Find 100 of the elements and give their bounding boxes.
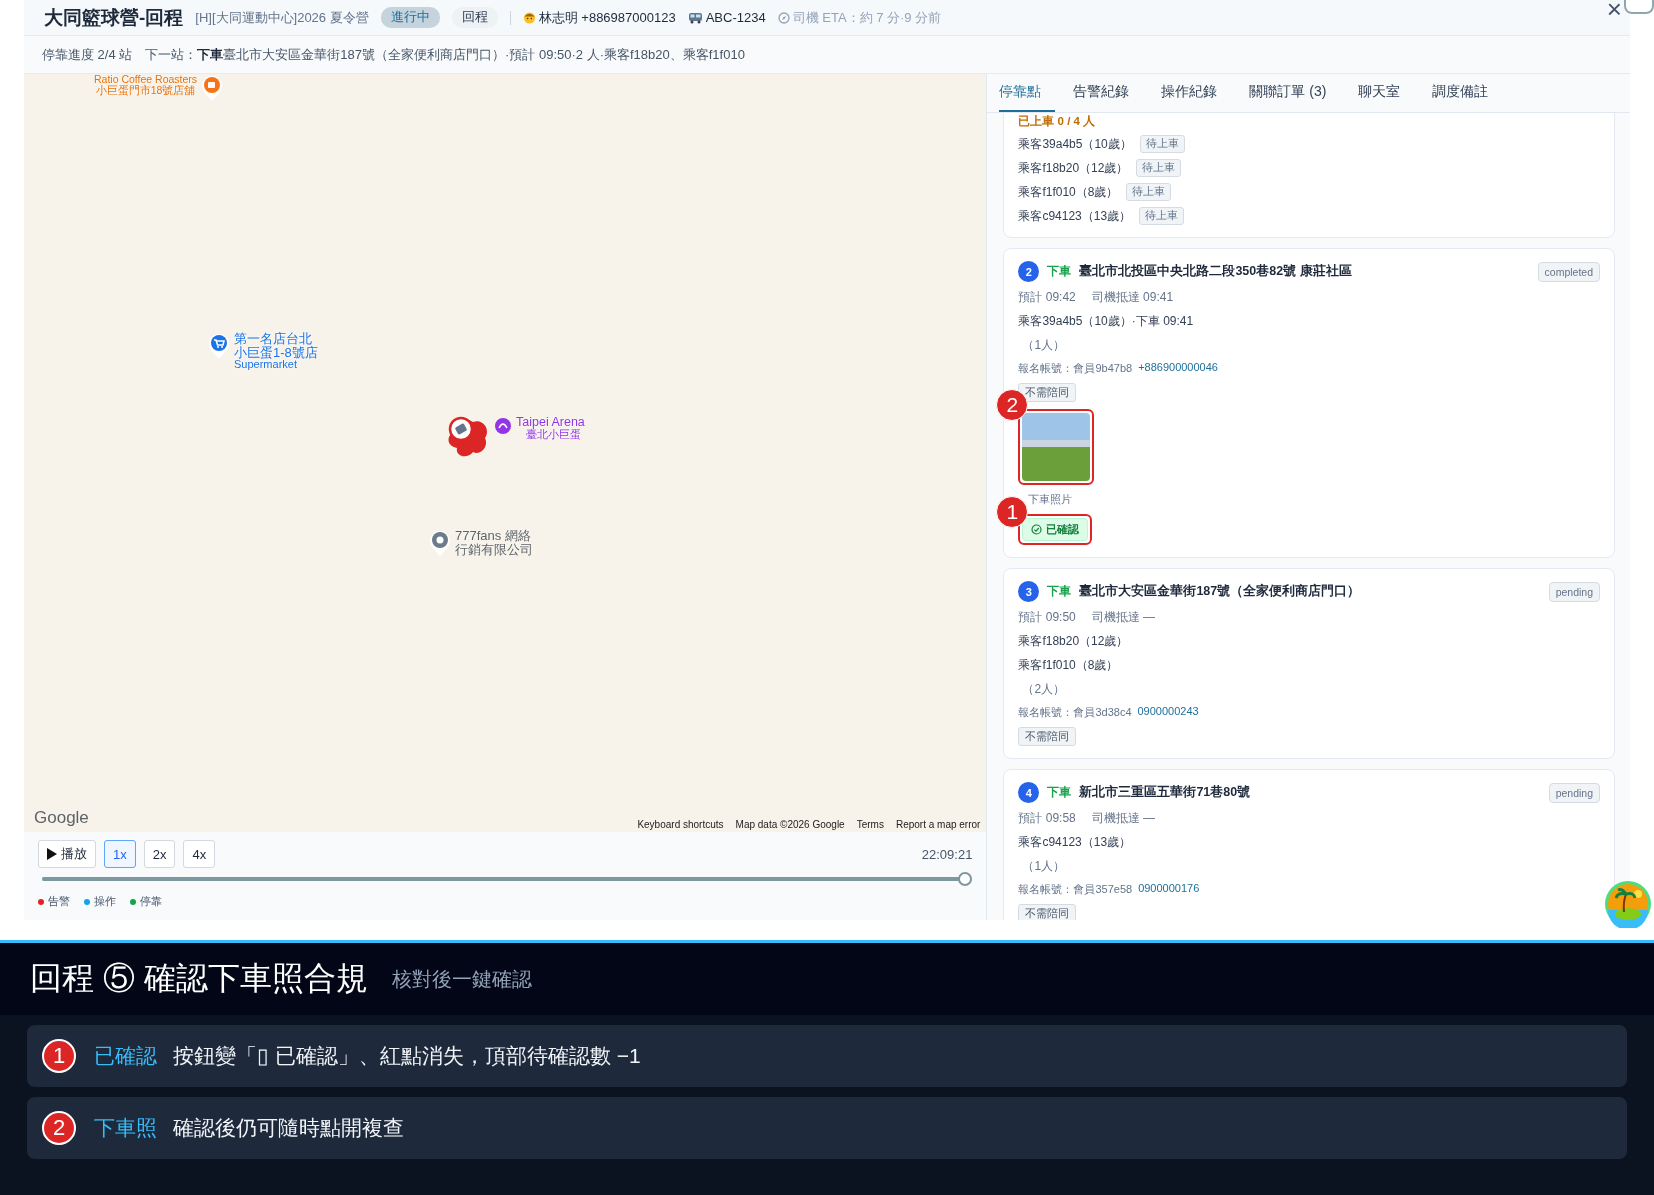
poi-label: 小巨蛋1-8號店 [234, 345, 318, 360]
planned-time: 預計 09:58 [1018, 810, 1076, 827]
guide-subtitle: 核對後一鍵確認 [391, 966, 532, 992]
passenger-name: 乘客c94123（13歲） [1018, 207, 1132, 225]
map-footer-link[interactable]: Keyboard shortcuts [637, 819, 724, 830]
map-footer-link[interactable]: Report a map error [895, 819, 981, 830]
poi-category: Supermarket [234, 359, 297, 371]
poi-label: 小巨蛋門市18號店舖 [94, 85, 197, 97]
legend-label: 告警 [48, 894, 70, 909]
speed-button[interactable]: 2x [143, 840, 176, 868]
face-icon [522, 11, 536, 24]
trip-title: 大同籃球營-回程 [44, 5, 184, 30]
arrival-time: 司機抵達 09:41 [1091, 289, 1174, 306]
playback-time: 22:09:21 [921, 846, 973, 862]
compass-icon [777, 11, 790, 24]
stop-number: 4 [1018, 782, 1040, 803]
poi-label: 777fans 網絡 [455, 529, 532, 543]
play-icon [47, 848, 57, 860]
status-badge: 進行中 [380, 7, 440, 28]
stop-number: 2 [1018, 261, 1040, 282]
passenger-name: 乘客f18b20（12歲） [1018, 633, 1130, 650]
close-button[interactable]: × [1606, 0, 1622, 22]
direction-badge: 回程 [451, 7, 498, 28]
escort-tag: 不需陪同 [1018, 904, 1077, 920]
island-avatar-icon[interactable] [1604, 880, 1652, 928]
tab[interactable]: 關聯訂單 (3) [1249, 74, 1341, 112]
planned-time: 預計 09:42 [1018, 289, 1076, 306]
stop-status: completed [1537, 261, 1600, 282]
passenger-name: 乘客f1f010（8歲） [1018, 657, 1120, 674]
stop-number: 3 [1018, 581, 1040, 602]
boarding-summary: 已上車 0 / 4 人 [1018, 114, 1097, 129]
play-button[interactable]: 播放 [38, 840, 96, 868]
passenger-name: 乘客39a4b5（10歲） [1018, 135, 1132, 153]
tab[interactable]: 調度備註 [1432, 74, 1503, 112]
stop-address: 臺北市北投區中央北路二段350巷82號 康莊社區 [1079, 263, 1352, 280]
map-logo: Google [34, 808, 89, 828]
status-chip: 待上車 [1136, 159, 1182, 177]
map-footer-link[interactable]: Terms [856, 819, 884, 830]
account-label: 報名帳號：會員357e58 [1018, 882, 1133, 897]
callout-marker: 2 [42, 1111, 76, 1145]
poi-label: 行銷有限公司 [455, 542, 533, 557]
cafe-pin-icon[interactable] [200, 74, 225, 102]
callout-marker: 1 [42, 1039, 76, 1073]
stop-action: 下車 [1047, 784, 1072, 801]
vehicle-plate: ABC-1234 [705, 10, 766, 25]
stop-action: 下車 [1047, 583, 1072, 600]
confirm-button[interactable]: 已確認 [1022, 518, 1089, 541]
tab[interactable]: 聊天室 [1358, 74, 1415, 112]
status-chip: 待上車 [1139, 207, 1185, 225]
venue-pin-icon[interactable] [493, 416, 513, 436]
speed-button[interactable]: 1x [104, 840, 136, 868]
legend-label: 操作 [94, 894, 116, 909]
passenger-name: 乘客39a4b5（10歲）·下車 09:41 [1018, 313, 1195, 330]
legend-label: 停靠 [140, 894, 162, 909]
poi-label: 第一名店台北 [234, 332, 312, 346]
photo-caption: 下車照片 [1027, 492, 1074, 507]
guide-term: 下車照 [94, 1115, 157, 1141]
bus-icon [687, 11, 703, 24]
driver-info: 林志明 +886987000123 [538, 8, 676, 27]
slider-thumb[interactable] [958, 872, 973, 886]
check-circle-icon [1031, 524, 1043, 535]
eta-text: 司機 ETA：約 7 分·9 分前 [792, 8, 942, 27]
arrival-time: 司機抵達 — [1091, 609, 1156, 626]
poi-label: Ratio Coffee Roasters [94, 74, 198, 85]
cart-pin-icon[interactable] [207, 332, 231, 360]
status-chip: 待上車 [1139, 135, 1185, 153]
passenger-count: （2人） [1021, 681, 1067, 698]
guide-title: 回程 ⑤ 確認下車照合規 [30, 959, 368, 998]
poi-label: Taipei Arena [516, 416, 585, 429]
account-label: 報名帳號：會員9b47b8 [1018, 361, 1133, 376]
phone-link[interactable]: 0900000243 [1137, 705, 1199, 720]
phone-link[interactable]: +886900000046 [1138, 361, 1218, 376]
stop-action: 下車 [1047, 263, 1072, 280]
map-footer-link[interactable]: Map data ©2026 Google [735, 819, 845, 830]
speed-button[interactable]: 4x [183, 840, 216, 868]
arrival-time: 司機抵達 — [1091, 810, 1156, 827]
status-chip: 待上車 [1126, 183, 1172, 201]
tab[interactable]: 操作紀錄 [1161, 74, 1232, 112]
toggle-button[interactable] [1624, 0, 1654, 14]
passenger-name: 乘客f18b20（12歲） [1018, 159, 1129, 177]
poi-label: 臺北小巨蛋 [526, 429, 582, 441]
passenger-count: （1人） [1021, 858, 1067, 875]
stop-status: pending [1548, 581, 1600, 602]
escort-tag: 不需陪同 [1018, 727, 1077, 746]
guide-term: 已確認 [94, 1043, 157, 1069]
planned-time: 預計 09:50 [1018, 609, 1076, 626]
guide-text: 確認後仍可隨時點開複查 [173, 1115, 404, 1141]
trip-subtitle: [H][大同運動中心]2026 夏令營 [195, 8, 369, 27]
guide-text: 按鈕變「▯ 已確認」、紅點消失，頂部待確認數 −1 [173, 1043, 641, 1069]
phone-link[interactable]: 0900000176 [1138, 882, 1200, 897]
passenger-count: （1人） [1021, 337, 1067, 354]
place-pin-icon[interactable] [428, 529, 452, 557]
callout-marker: 1 [996, 496, 1029, 528]
stop-address: 臺北市大安區金華街187號（全家便利商店門口） [1079, 583, 1361, 600]
stop-address: 新北市三重區五華街71巷80號 [1079, 784, 1251, 801]
passenger-name: 乘客f1f010（8歲） [1018, 183, 1119, 201]
tab[interactable]: 告警紀錄 [1073, 74, 1144, 112]
account-label: 報名帳號：會員3d38c4 [1018, 705, 1132, 720]
stop-status: pending [1548, 782, 1600, 803]
passenger-name: 乘客c94123（13歲） [1018, 834, 1133, 851]
